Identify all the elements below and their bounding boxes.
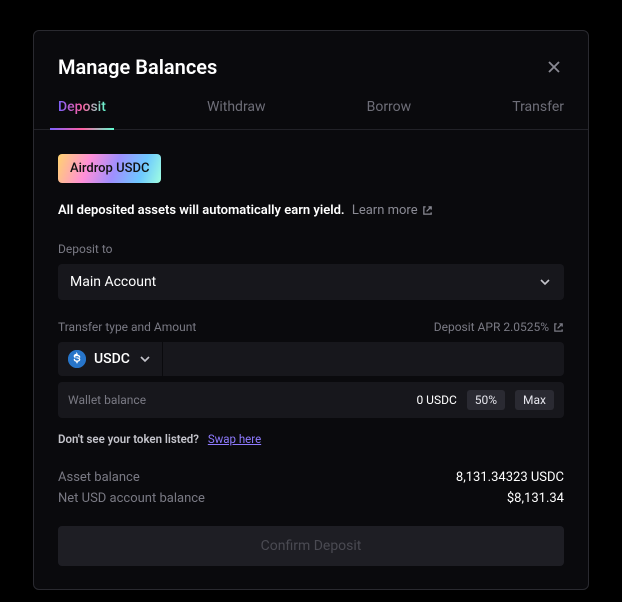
deposit-to-label: Deposit to	[58, 242, 564, 256]
tab-borrow[interactable]: Borrow	[367, 99, 412, 129]
learn-more-label: Learn more	[352, 203, 418, 218]
transfer-header-row: Transfer type and Amount Deposit APR 2.0…	[58, 320, 564, 334]
chevron-down-icon	[538, 275, 552, 289]
max-button[interactable]: Max	[515, 390, 554, 410]
airdrop-button[interactable]: Airdrop USDC	[58, 154, 161, 183]
account-select[interactable]: Main Account	[58, 264, 564, 300]
net-balance-value: $8,131.34	[507, 491, 564, 506]
account-select-value: Main Account	[70, 274, 156, 290]
usdc-icon	[68, 350, 86, 368]
transfer-label: Transfer type and Amount	[58, 320, 196, 334]
external-link-icon	[553, 322, 564, 333]
modal-header: Manage Balances	[58, 55, 564, 79]
modal-title: Manage Balances	[58, 55, 217, 79]
manage-balances-modal: Manage Balances Deposit Withdraw Borrow …	[33, 30, 589, 590]
wallet-balance-row: Wallet balance 0 USDC 50% Max	[58, 382, 564, 418]
tab-withdraw[interactable]: Withdraw	[207, 99, 266, 129]
swap-here-link[interactable]: Swap here	[208, 432, 261, 446]
yield-text: All deposited assets will automatically …	[58, 203, 345, 218]
net-balance-label: Net USD account balance	[58, 491, 205, 506]
swap-row: Don't see your token listed? Swap here	[58, 432, 564, 446]
amount-input[interactable]	[163, 342, 564, 376]
asset-balance-row: Asset balance 8,131.34323 USDC	[58, 470, 564, 485]
airdrop-label: Airdrop USDC	[70, 161, 149, 176]
token-select[interactable]: USDC	[58, 342, 163, 376]
wallet-balance-value: 0 USDC	[416, 393, 456, 407]
tab-transfer[interactable]: Transfer	[512, 99, 564, 129]
deposit-apr-text: Deposit APR 2.0525%	[434, 320, 549, 334]
asset-balance-label: Asset balance	[58, 470, 140, 485]
confirm-label: Confirm Deposit	[261, 538, 362, 554]
confirm-deposit-button[interactable]: Confirm Deposit	[58, 526, 564, 566]
close-button[interactable]	[544, 57, 564, 77]
wallet-balance-label: Wallet balance	[68, 393, 406, 407]
amount-row: USDC	[58, 342, 564, 376]
asset-balance-value: 8,131.34323 USDC	[456, 470, 564, 485]
fifty-percent-button[interactable]: 50%	[467, 390, 505, 410]
chevron-down-icon	[138, 352, 152, 366]
net-balance-row: Net USD account balance $8,131.34	[58, 491, 564, 506]
token-name: USDC	[94, 351, 130, 367]
yield-info: All deposited assets will automatically …	[58, 203, 564, 218]
learn-more-link[interactable]: Learn more	[352, 203, 433, 218]
close-icon	[546, 59, 562, 75]
swap-question: Don't see your token listed?	[58, 432, 199, 446]
deposit-apr-link[interactable]: Deposit APR 2.0525%	[434, 320, 564, 334]
tabs: Deposit Withdraw Borrow Transfer	[34, 99, 588, 130]
tab-deposit[interactable]: Deposit	[58, 99, 106, 129]
external-link-icon	[422, 205, 433, 216]
